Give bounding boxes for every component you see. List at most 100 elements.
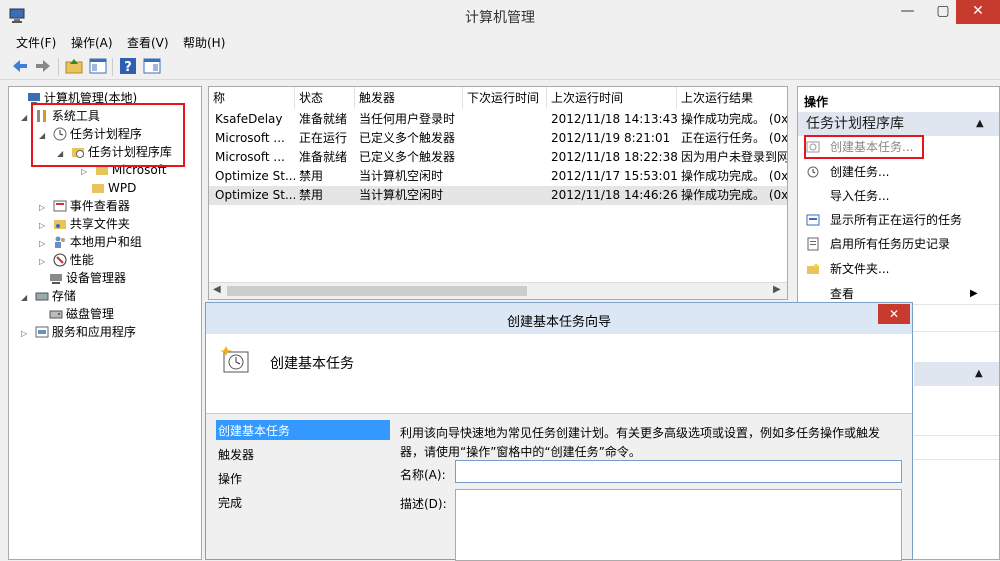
menu-help[interactable]: 帮助(H) [183,34,225,51]
blank-icon [806,189,820,203]
cell-status: 准备就绪 [299,150,348,164]
cell-name: Optimize St... [215,188,295,202]
tree-item-local-users[interactable]: ▷ 本地用户和组 [39,233,142,251]
cell-triggers: 当计算机空闲时 [359,188,444,202]
name-input[interactable] [455,460,902,483]
wizard-heading: 创建基本任务 [270,356,354,372]
action-pane-icon[interactable] [142,56,162,76]
forward-arrow-icon[interactable] [33,56,53,76]
step-create-basic-task[interactable]: 创建基本任务 [218,422,290,439]
menu-file[interactable]: 文件(F) [16,34,56,51]
cell-name: KsafeDelay [215,112,283,126]
expand-arrow-icon[interactable]: ▷ [21,325,31,343]
actions-section-header[interactable]: 任务计划程序库 ▲ [798,112,999,136]
tree-item-performance[interactable]: ▷ 性能 [39,251,94,269]
horizontal-scrollbar[interactable]: ◀ ▶ [209,282,787,299]
cell-status: 禁用 [299,188,324,202]
minimize-button[interactable]: — [885,0,930,24]
table-row-selected[interactable]: Optimize St... 禁用 当计算机空闲时 2012/11/18 14:… [209,186,787,205]
highlight-box [31,103,185,167]
action-enable-history[interactable]: 启用所有任务历史记录 [806,234,950,254]
section-title: 任务计划程序库 [806,116,904,132]
table-row[interactable]: KsafeDelay 准备就绪 当任何用户登录时 2012/11/18 14:1… [209,110,787,129]
table-row[interactable]: Microsoft ... 准备就绪 已定义多个触发器 2012/11/18 1… [209,148,787,167]
column-header-triggers[interactable]: 触发器 [355,87,463,109]
cell-name: Optimize St... [215,169,295,183]
action-show-running[interactable]: 显示所有正在运行的任务 [806,210,962,230]
cell-last-result: 操作成功完成。 (0x [681,112,787,126]
device-manager-icon [50,274,62,284]
column-header-name[interactable]: 称 [209,87,295,109]
step-action[interactable]: 操作 [218,470,242,487]
description-textarea[interactable] [455,489,902,561]
tree-item-disk-management[interactable]: 磁盘管理 [49,305,114,323]
help-icon[interactable]: ? [118,56,138,76]
up-folder-icon[interactable] [64,56,84,76]
close-button[interactable]: ✕ [956,0,1000,24]
action-create-task[interactable]: 创建任务... [806,162,889,182]
cell-triggers: 已定义多个触发器 [359,131,456,145]
action-import-task[interactable]: 导入任务... [806,186,889,206]
collapse-arrow-icon[interactable]: ◢ [21,289,31,307]
collapse-arrow-icon[interactable]: ◢ [21,109,31,127]
back-arrow-icon[interactable] [10,56,30,76]
show-hide-tree-icon[interactable] [88,56,108,76]
column-header-next-run[interactable]: 下次运行时间 [463,87,547,109]
action-label: 新文件夹... [830,262,890,276]
wizard-description: 利用该向导快速地为常见任务创建计划。有关更多高级选项或设置，例如多任务操作或触发… [400,426,881,459]
step-finish[interactable]: 完成 [218,494,242,511]
action-label: 显示所有正在运行的任务 [830,213,963,227]
cell-last-run: 2012/11/18 18:22:38 [551,150,677,164]
cell-last-result: 正在运行任务。 (0x [681,131,787,145]
menu-action[interactable]: 操作(A) [71,34,113,51]
shared-folder-icon [53,220,66,229]
actions-section-header-2[interactable]: ▲ [914,362,999,386]
collapse-triangle-icon[interactable]: ▲ [976,112,984,136]
actions-header: 操作 [804,95,829,109]
tree-item-wpd[interactable]: WPD [91,179,136,197]
tree-label: 存储 [51,289,76,303]
action-label: 启用所有任务历史记录 [830,237,951,251]
tree-item-storage[interactable]: ◢ 存储 [21,287,76,305]
name-label: 名称(A): [400,468,446,482]
scrollbar-thumb[interactable] [227,286,527,296]
column-header-last-result[interactable]: 上次运行结果 [677,87,787,109]
tree-label: 本地用户和组 [69,235,142,249]
column-header-last-run[interactable]: 上次运行时间 [547,87,677,109]
maximize-button[interactable]: ▢ [930,0,956,24]
scroll-left-icon[interactable]: ◀ [213,284,221,295]
tree-label: 事件查看器 [69,199,130,213]
tree-label: WPD [108,181,137,195]
action-new-folder[interactable]: 新文件夹... [806,259,889,279]
svg-text:?: ? [124,60,132,75]
tree-item-services[interactable]: ▷ 服务和应用程序 [21,323,136,341]
submenu-arrow-icon: ▶ [970,288,978,299]
running-tasks-icon [806,214,820,226]
action-view[interactable]: 查看 [806,284,854,304]
menu-view[interactable]: 查看(V) [127,34,169,51]
window-title: 计算机管理 [465,10,535,26]
cell-status: 正在运行 [299,131,348,145]
step-trigger[interactable]: 触发器 [218,446,254,463]
performance-icon [53,253,67,267]
column-header-status[interactable]: 状态 [295,87,355,109]
tree-item-shared-folders[interactable]: ▷ 共享文件夹 [39,215,130,233]
table-row[interactable]: Optimize St... 禁用 当计算机空闲时 2012/11/17 15:… [209,167,787,186]
create-task-icon [807,166,819,178]
scroll-right-icon[interactable]: ▶ [773,284,781,295]
storage-icon [35,292,49,301]
collapse-triangle-icon[interactable]: ▲ [975,362,983,386]
toolbar-separator [112,58,113,76]
tree-item-device-manager[interactable]: 设备管理器 [49,269,126,287]
table-row[interactable]: Microsoft ... 正在运行 已定义多个触发器 2012/11/19 8… [209,129,787,148]
tree-label: 磁盘管理 [66,307,115,321]
expand-arrow-icon[interactable]: ▷ [39,253,49,271]
users-icon [54,236,65,248]
cell-last-run: 2012/11/17 15:53:01 [551,169,677,183]
tree-item-event-viewer[interactable]: ▷ 事件查看器 [39,197,130,215]
cell-last-run: 2012/11/18 14:46:26 [551,188,677,202]
wizard-close-button[interactable]: ✕ [878,304,910,324]
history-icon [807,237,819,251]
wizard-title-bar: 创建基本任务向导 ✕ [206,303,912,334]
wizard-title: 创建基本任务向导 [506,315,611,330]
